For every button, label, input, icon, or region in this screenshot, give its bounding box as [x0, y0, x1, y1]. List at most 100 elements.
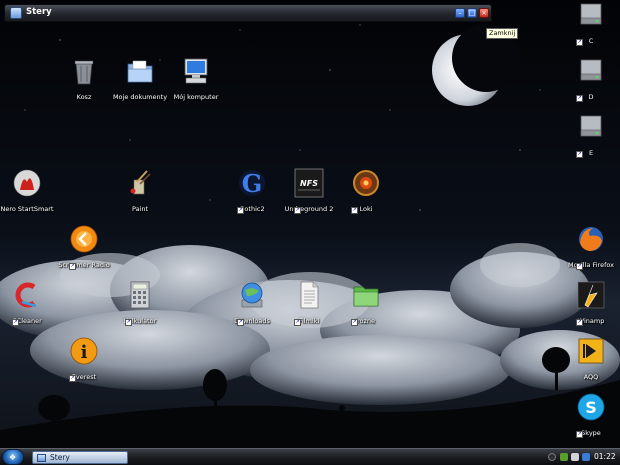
tray-expand-icon[interactable] [548, 453, 556, 461]
taskbar-task-label: Stery [50, 453, 70, 462]
desktop-icon-label: D [588, 93, 594, 101]
desktop-icon-drive-c[interactable]: ↗ C [561, 0, 620, 46]
shortcut-arrow-icon: ↗ [237, 207, 244, 214]
minimize-button[interactable]: – [455, 8, 465, 18]
maximize-button[interactable]: □ [467, 8, 477, 18]
shortcut-arrow-icon: ↗ [294, 207, 301, 214]
nfs-text: NFS [300, 179, 318, 188]
desktop-icon-downloads[interactable]: ↗ Downloads [222, 280, 282, 326]
shortcut-arrow-icon: ↗ [351, 207, 358, 214]
desktop-icon-firefox[interactable]: ↗ Mozilla Firefox [561, 224, 620, 270]
close-tooltip: Zamknij [486, 28, 519, 39]
system-tray: 01:22 [544, 450, 620, 465]
window-titlebar[interactable]: Stery – □ × [4, 4, 492, 22]
shortcut-arrow-icon: ↗ [576, 431, 583, 438]
desktop-icon-label: Undreground 2 [284, 205, 334, 213]
desktop-icon-screamer-radio[interactable]: ↗ Screamer Radio [54, 224, 114, 270]
tray-network-icon[interactable] [560, 453, 568, 461]
shortcut-arrow-icon: ↗ [69, 375, 76, 382]
windows-logo-icon: ❖ [9, 453, 17, 462]
desktop-icon-label: CCleaner [12, 317, 42, 325]
desktop-icon-label: Moje dokumenty [112, 93, 168, 101]
desktop-icon-label: Skype [581, 429, 601, 437]
desktop-icon-label: Nero StartSmart [0, 205, 54, 213]
aqq-icon [578, 338, 604, 364]
shortcut-arrow-icon: ↗ [576, 39, 583, 46]
shortcut-arrow-icon: ↗ [576, 319, 583, 326]
desktop-icon-underground-2[interactable]: NFS ↗ Undreground 2 [279, 168, 339, 214]
desktop-icon-gothic2[interactable]: G ↗ Gothic2 [222, 168, 282, 214]
hard-drive-icon [580, 59, 602, 81]
recycle-bin-icon [74, 60, 94, 85]
loki-icon [353, 170, 379, 196]
everest-letter: i [81, 342, 88, 363]
svg-text:S: S [585, 398, 597, 417]
desktop-icon-nero[interactable]: Nero StartSmart [0, 168, 57, 213]
paint-icon [130, 170, 151, 195]
desktop-icon-label: Screamer Radio [58, 261, 110, 269]
desktop-icon-label: rozne [356, 317, 376, 325]
taskbar-clock[interactable]: 01:22 [594, 452, 616, 461]
desktop-icon-label: E [588, 149, 594, 157]
shortcut-arrow-icon: ↗ [69, 263, 76, 270]
desktop-icon-label: Loki [359, 205, 373, 213]
nero-icon [13, 169, 41, 197]
ccleaner-icon [15, 282, 37, 308]
desktop-icon-everest[interactable]: i ↗ Everest [54, 336, 114, 382]
tray-volume-icon[interactable] [571, 453, 579, 461]
shortcut-arrow-icon: ↗ [237, 319, 244, 326]
window-app-icon [10, 7, 22, 19]
gothic-icon: G [239, 169, 265, 198]
desktop-icon-label: Paint [131, 205, 149, 213]
desktop-icon-drive-d[interactable]: ↗ D [561, 56, 620, 102]
desktop-icon-loki[interactable]: ↗ Loki [336, 168, 396, 214]
tray-app-icon[interactable] [582, 453, 590, 461]
gothic-letter: G [242, 169, 263, 198]
desktop-icon-my-computer[interactable]: Mój komputer [166, 56, 226, 101]
desktop-icon-my-documents[interactable]: Moje dokumenty [110, 56, 170, 101]
everest-info-icon: i [70, 337, 98, 365]
desktop-icon-filmiki[interactable]: ↗ Filmiki [279, 280, 339, 326]
folder-icon [127, 60, 153, 83]
desktop-icon-winamp[interactable]: ↗ Winamp [561, 280, 620, 326]
desktop-icon-drive-e[interactable]: ↗ E [561, 112, 620, 158]
desktop-icon-label: Downloads [234, 317, 270, 325]
desktop-icon-rozne[interactable]: ↗ rozne [336, 280, 396, 326]
desktop-icon-label: Mozilla Firefox [568, 261, 614, 269]
desktop-icon-skype[interactable]: S ↗ Skype [561, 392, 620, 438]
desktop-icon-label: C [588, 37, 594, 45]
text-file-icon [300, 281, 319, 309]
skype-icon: S [577, 393, 605, 421]
close-button[interactable]: × [479, 8, 489, 18]
desktop-icon-aqq[interactable]: AQQ [561, 336, 620, 381]
green-folder-icon [353, 286, 379, 307]
shortcut-arrow-icon: ↗ [125, 319, 132, 326]
shortcut-arrow-icon: ↗ [294, 319, 301, 326]
desktop-icon-recycle-bin[interactable]: Kosz [54, 56, 114, 101]
desktop-icon-label: Mój komputer [173, 93, 219, 101]
desktop-icon-calculator[interactable]: ↗ Kalkulator [110, 280, 170, 326]
taskbar-task-stery[interactable]: Stery [32, 451, 128, 464]
screamer-radio-icon [70, 225, 98, 253]
window-app-icon [37, 454, 46, 462]
firefox-icon [579, 227, 603, 251]
start-button[interactable]: ❖ [2, 449, 24, 465]
desktop-icon-label: Everest [71, 373, 97, 381]
winamp-icon [577, 281, 605, 309]
shortcut-arrow-icon: ↗ [576, 151, 583, 158]
desktop-icon-label: Winamp [577, 317, 605, 325]
desktop-icon-paint[interactable]: Paint [110, 168, 170, 213]
shortcut-arrow-icon: ↗ [576, 95, 583, 102]
desktop-icon-label: AQQ [583, 373, 599, 381]
shortcut-arrow-icon: ↗ [351, 319, 358, 326]
shortcut-arrow-icon: ↗ [576, 263, 583, 270]
desktop-icon-label: Kosz [76, 93, 92, 101]
window-title: Stery [26, 7, 52, 17]
taskbar: ❖ Stery 01:22 [0, 448, 620, 465]
desktop-icon-label: Filmiki [298, 317, 320, 325]
nfs-icon: NFS [294, 168, 324, 198]
desktop-icon-label: Gothic2 [239, 205, 265, 213]
desktop-icon-ccleaner[interactable]: ↗ CCleaner [0, 280, 57, 326]
calculator-icon [130, 281, 150, 309]
hard-drive-icon [580, 3, 602, 25]
